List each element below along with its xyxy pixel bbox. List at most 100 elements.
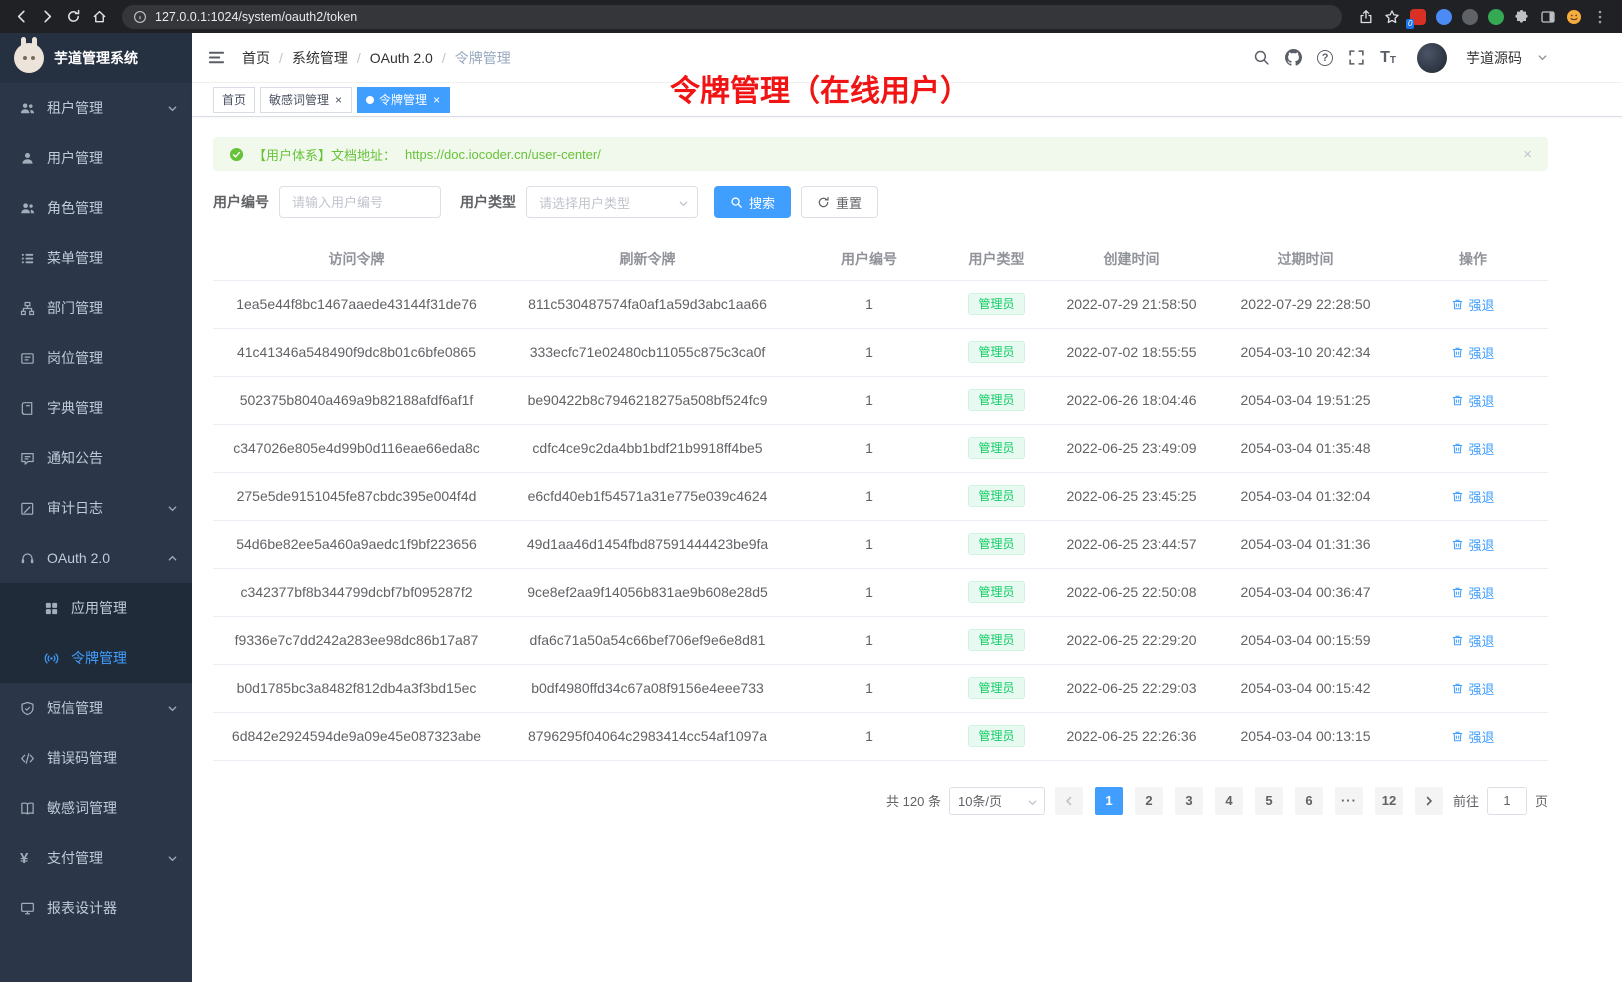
force-logout-button[interactable]: 强退 xyxy=(1451,727,1494,746)
extension-icon-2[interactable] xyxy=(1436,9,1452,25)
tab-home[interactable]: 首页 xyxy=(213,87,255,113)
search-icon[interactable] xyxy=(1253,49,1270,66)
tab-sensitive-word[interactable]: 敏感词管理 × xyxy=(260,87,352,113)
cell-actions: 强退 xyxy=(1398,424,1548,472)
reset-button[interactable]: 重置 xyxy=(801,186,878,218)
sidebar-item-tenant[interactable]: 租户管理 xyxy=(0,83,192,133)
active-dot-icon xyxy=(366,96,374,104)
browser-menu-icon[interactable] xyxy=(1592,9,1608,25)
app-logo[interactable]: 芋道管理系统 xyxy=(0,33,192,83)
close-icon[interactable]: × xyxy=(432,94,441,106)
user-type-badge: 管理员 xyxy=(968,533,1024,555)
font-size-icon[interactable]: TT xyxy=(1380,50,1396,66)
force-logout-button[interactable]: 强退 xyxy=(1451,439,1494,458)
sidebar-item-payment[interactable]: ¥ 支付管理 xyxy=(0,833,192,883)
github-icon[interactable] xyxy=(1285,49,1302,66)
breadcrumb-home[interactable]: 首页 xyxy=(242,48,270,68)
cell-user-type: 管理员 xyxy=(943,280,1050,328)
tab-token[interactable]: 令牌管理 × xyxy=(357,87,450,113)
cell-user-id: 1 xyxy=(795,568,943,616)
page-button-5[interactable]: 5 xyxy=(1255,787,1283,815)
doc-alert-link[interactable]: https://doc.iocoder.cn/user-center/ xyxy=(405,147,601,162)
user-type-badge: 管理员 xyxy=(968,677,1024,699)
trash-icon xyxy=(1451,634,1464,647)
user-type-select[interactable]: 请选择用户类型 xyxy=(526,186,698,218)
next-page-button[interactable] xyxy=(1415,787,1443,815)
chevron-down-icon[interactable] xyxy=(1537,52,1548,63)
site-info-icon[interactable] xyxy=(133,10,147,24)
side-panel-icon[interactable] xyxy=(1540,9,1556,25)
sidebar-item-menu[interactable]: 菜单管理 xyxy=(0,233,192,283)
col-refresh-token: 刷新令牌 xyxy=(500,238,795,280)
page-button-4[interactable]: 4 xyxy=(1215,787,1243,815)
user-avatar[interactable] xyxy=(1417,43,1447,73)
user-id-input[interactable] xyxy=(279,186,441,218)
cell-actions: 强退 xyxy=(1398,712,1548,760)
browser-back-button[interactable] xyxy=(8,4,34,30)
extension-icon-4[interactable] xyxy=(1488,9,1504,25)
search-button[interactable]: 搜索 xyxy=(714,186,791,218)
sidebar-item-user[interactable]: 用户管理 xyxy=(0,133,192,183)
page-size-select[interactable]: 10条/页 xyxy=(949,787,1045,815)
force-logout-button[interactable]: 强退 xyxy=(1451,583,1494,602)
code-icon xyxy=(20,751,35,766)
profile-avatar-icon[interactable] xyxy=(1566,9,1582,25)
sidebar-item-audit-log[interactable]: 审计日志 xyxy=(0,483,192,533)
extensions-puzzle-icon[interactable] xyxy=(1514,9,1530,25)
page-button-6[interactable]: 6 xyxy=(1295,787,1323,815)
sidebar-item-oauth-token[interactable]: 令牌管理 xyxy=(0,633,192,683)
sidebar-item-oauth[interactable]: OAuth 2.0 xyxy=(0,533,192,583)
breadcrumb-oauth[interactable]: OAuth 2.0 xyxy=(370,50,433,66)
force-logout-button[interactable]: 强退 xyxy=(1451,631,1494,650)
table-row: 41c41346a548490f9dc8b01c6bfe0865 333ecfc… xyxy=(213,328,1548,376)
sidebar-item-oauth-app[interactable]: 应用管理 xyxy=(0,583,192,633)
sidebar-item-sensitive-word[interactable]: 敏感词管理 xyxy=(0,783,192,833)
user-icon xyxy=(20,151,35,166)
page-button-12[interactable]: 12 xyxy=(1375,787,1403,815)
share-icon[interactable] xyxy=(1358,9,1374,25)
browser-forward-button[interactable] xyxy=(34,4,60,30)
force-logout-button[interactable]: 强退 xyxy=(1451,295,1494,314)
goto-page-input[interactable] xyxy=(1487,787,1527,815)
force-logout-button[interactable]: 强退 xyxy=(1451,343,1494,362)
user-name[interactable]: 芋道源码 xyxy=(1466,48,1522,68)
bookmark-star-icon[interactable] xyxy=(1384,9,1400,25)
sidebar-item-sms[interactable]: 短信管理 xyxy=(0,683,192,733)
sidebar-item-dict[interactable]: 字典管理 xyxy=(0,383,192,433)
sidebar-item-role[interactable]: 角色管理 xyxy=(0,183,192,233)
sidebar-item-dept[interactable]: 部门管理 xyxy=(0,283,192,333)
hamburger-icon[interactable] xyxy=(207,48,226,67)
page-ellipsis-button[interactable]: ··· xyxy=(1335,787,1363,815)
page-button-3[interactable]: 3 xyxy=(1175,787,1203,815)
extension-icon-3[interactable] xyxy=(1462,9,1478,25)
table-row: 502375b8040a469a9b82188afdf6af1f be90422… xyxy=(213,376,1548,424)
sidebar-item-notice[interactable]: 通知公告 xyxy=(0,433,192,483)
table-row: 6d842e2924594de9a09e45e087323abe 8796295… xyxy=(213,712,1548,760)
help-icon[interactable]: ? xyxy=(1317,50,1333,66)
browser-home-button[interactable] xyxy=(86,4,112,30)
force-logout-button[interactable]: 强退 xyxy=(1451,487,1494,506)
extension-icon-1[interactable]: 0 xyxy=(1410,9,1426,25)
close-icon[interactable]: × xyxy=(334,94,343,106)
close-icon[interactable]: × xyxy=(1523,146,1532,163)
cell-created-time: 2022-06-25 22:29:20 xyxy=(1050,616,1213,664)
cell-created-time: 2022-06-25 23:49:09 xyxy=(1050,424,1213,472)
search-icon xyxy=(730,196,743,209)
browser-reload-button[interactable] xyxy=(60,4,86,30)
fullscreen-icon[interactable] xyxy=(1348,49,1365,66)
page-button-2[interactable]: 2 xyxy=(1135,787,1163,815)
cell-refresh-token: b0df4980ffd34c67a08f9156e4eee733 xyxy=(500,664,795,712)
force-logout-button[interactable]: 强退 xyxy=(1451,535,1494,554)
cell-refresh-token: 811c530487574fa0af1a59d3abc1aa66 xyxy=(500,280,795,328)
sidebar-item-report-designer[interactable]: 报表设计器 xyxy=(0,883,192,933)
address-bar[interactable]: 127.0.0.1:1024/system/oauth2/token xyxy=(122,5,1342,29)
page-button-1[interactable]: 1 xyxy=(1095,787,1123,815)
cell-actions: 强退 xyxy=(1398,616,1548,664)
breadcrumb-system[interactable]: 系统管理 xyxy=(292,48,348,68)
force-logout-button[interactable]: 强退 xyxy=(1451,679,1494,698)
prev-page-button[interactable] xyxy=(1055,787,1083,815)
cell-access-token: 41c41346a548490f9dc8b01c6bfe0865 xyxy=(213,328,500,376)
force-logout-button[interactable]: 强退 xyxy=(1451,391,1494,410)
sidebar-item-error-code[interactable]: 错误码管理 xyxy=(0,733,192,783)
sidebar-item-post[interactable]: 岗位管理 xyxy=(0,333,192,383)
